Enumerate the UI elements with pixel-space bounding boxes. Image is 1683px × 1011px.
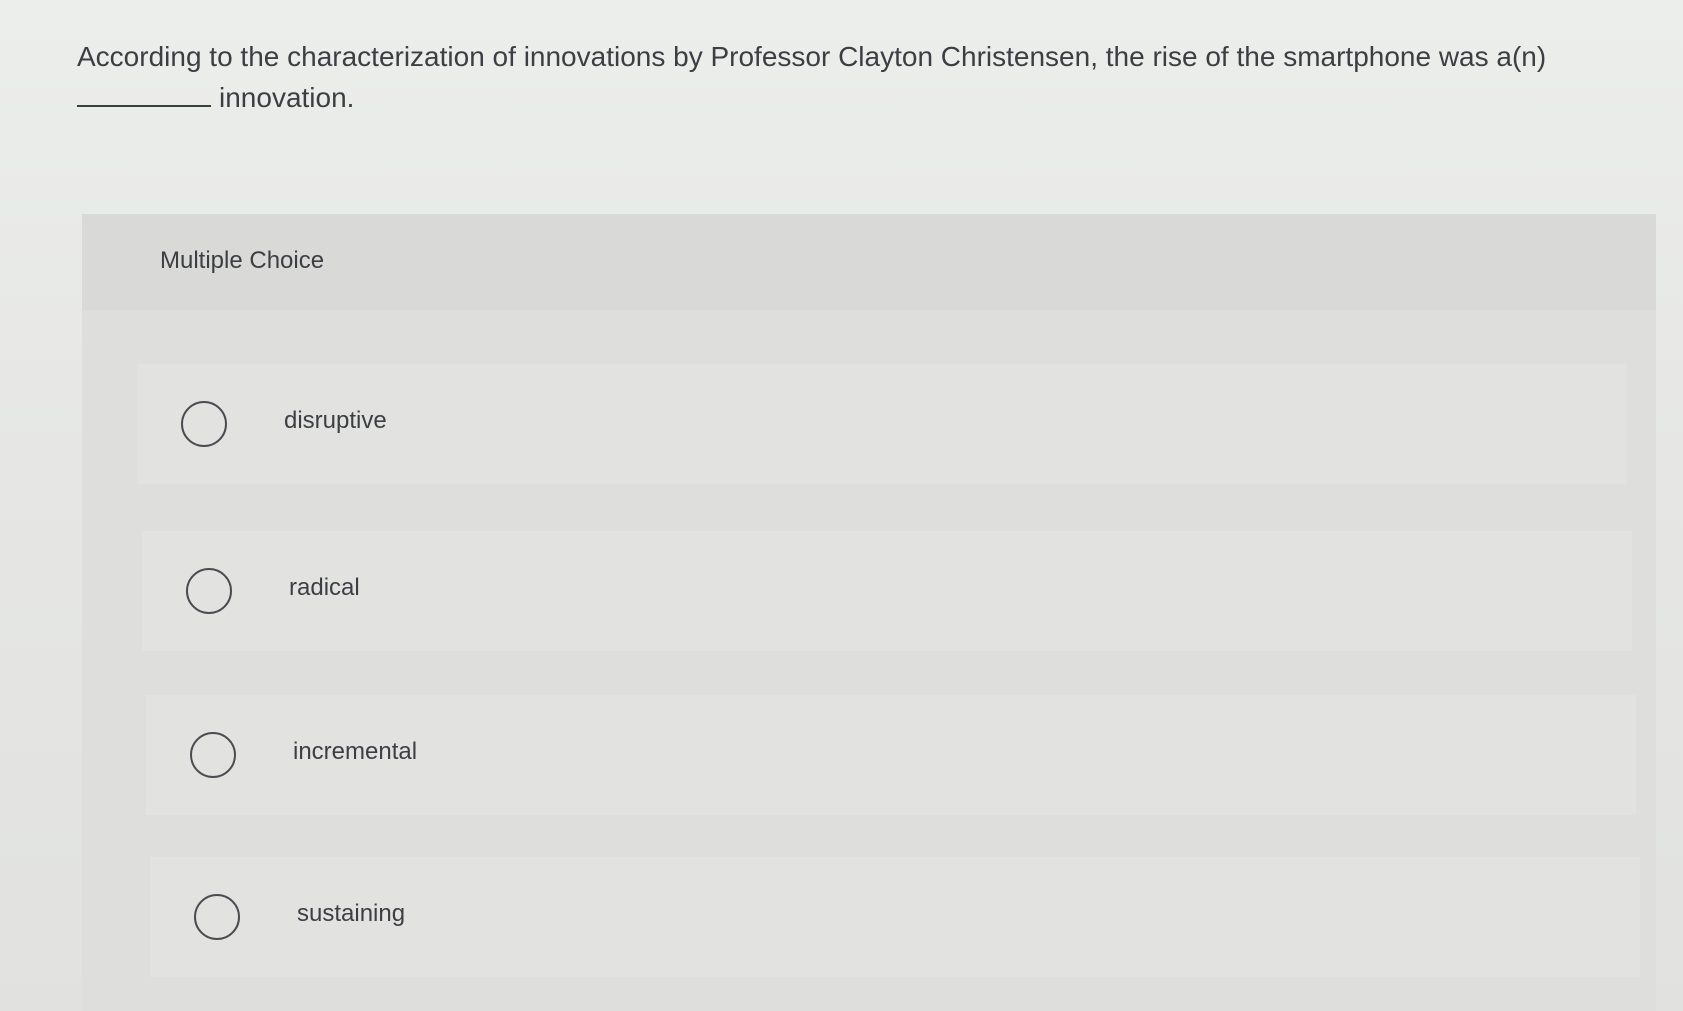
choice-option-radical[interactable]: radical	[142, 531, 1632, 651]
answer-blank	[77, 77, 211, 107]
radio-button-incremental[interactable]	[190, 732, 236, 778]
choice-label-disruptive: disruptive	[284, 407, 387, 434]
choice-option-incremental[interactable]: incremental	[146, 695, 1636, 815]
radio-button-sustaining[interactable]	[194, 894, 240, 940]
multiple-choice-title: Multiple Choice	[160, 247, 325, 274]
quiz-page: According to the characterization of inn…	[0, 0, 1683, 1011]
multiple-choice-header: Multiple Choice	[82, 214, 1656, 310]
multiple-choice-panel: Multiple Choice disruptive radical incre…	[82, 214, 1656, 1011]
choice-option-sustaining[interactable]: sustaining	[150, 857, 1640, 977]
question-prompt: According to the characterization of inn…	[77, 36, 1637, 118]
choice-option-disruptive[interactable]: disruptive	[137, 364, 1627, 484]
choice-label-sustaining: sustaining	[297, 900, 406, 927]
choice-label-incremental: incremental	[293, 738, 418, 765]
question-text-line1: According to the characterization of inn…	[77, 41, 1547, 72]
radio-button-disruptive[interactable]	[181, 401, 227, 447]
radio-button-radical[interactable]	[186, 568, 232, 614]
question-text-line2: innovation.	[219, 82, 355, 113]
choice-label-radical: radical	[289, 574, 360, 601]
